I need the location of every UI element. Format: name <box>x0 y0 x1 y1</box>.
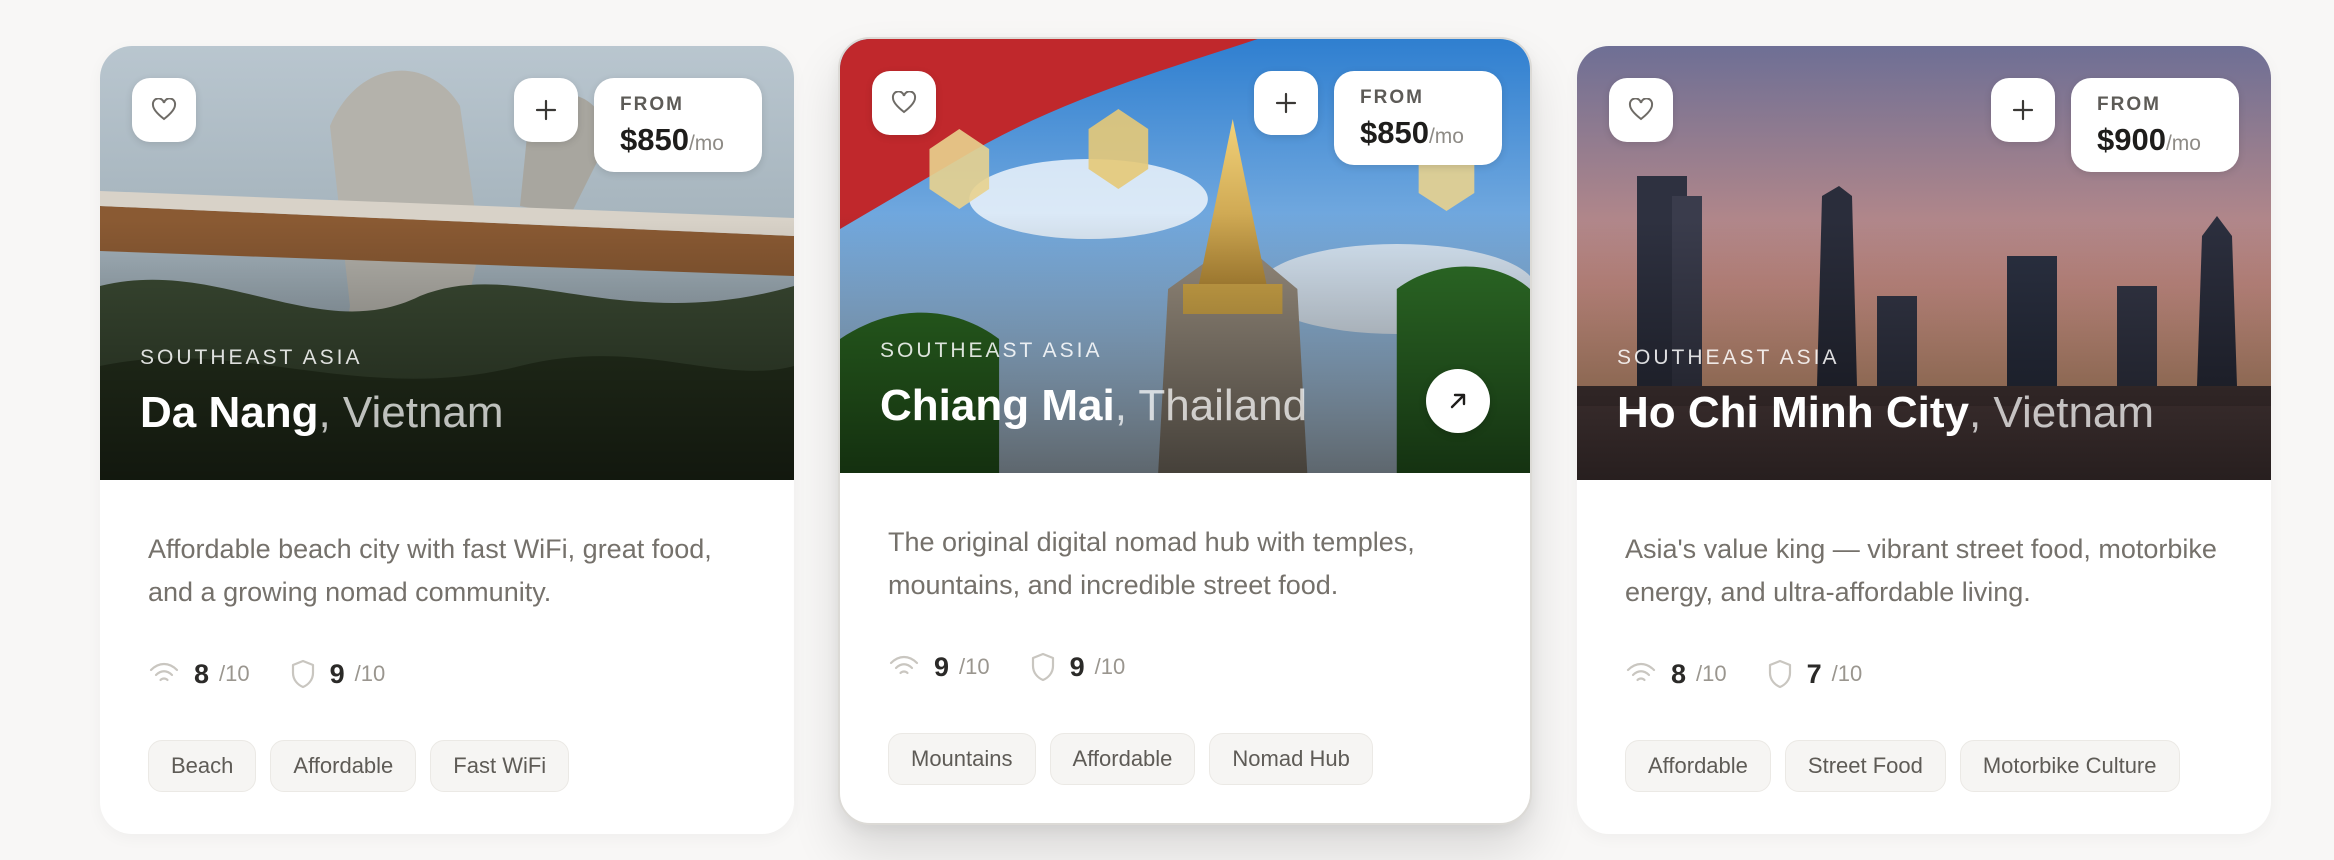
tag[interactable]: Motorbike Culture <box>1959 740 2180 792</box>
safety-score: 9 <box>1069 651 1085 682</box>
price-badge: FROM $850/mo <box>594 78 762 172</box>
tag[interactable]: Street Food <box>1784 740 1946 792</box>
wifi-stat: 8 /10 <box>1625 659 1727 690</box>
description: Affordable beach city with fast WiFi, gr… <box>148 534 712 607</box>
destination-card-da-nang[interactable]: FROM $850/mo SOUTHEAST ASIA Da Nang, Vie… <box>100 46 794 834</box>
price-unit: /mo <box>1428 125 1464 148</box>
shield-icon <box>291 659 314 689</box>
safety-stat: 7 /10 <box>1767 658 1863 690</box>
heart-icon <box>151 98 177 121</box>
wifi-score: 9 <box>934 651 950 682</box>
description: The original digital nomad hub with temp… <box>888 527 1415 600</box>
description: Asia's value king — vibrant street food,… <box>1625 534 2217 607</box>
tag[interactable]: Affordable <box>1049 733 1196 785</box>
price-amount: $850 <box>1360 115 1429 150</box>
city-name: Da Nang <box>140 388 319 437</box>
favorite-button[interactable] <box>132 78 196 142</box>
safety-score: 9 <box>329 658 345 689</box>
tag[interactable]: Fast WiFi <box>430 740 570 792</box>
wifi-stat: 9 /10 <box>888 652 990 683</box>
hero-image: FROM $850/mo SOUTHEAST ASIA Da Nang, Vie… <box>100 46 794 480</box>
plus-icon <box>535 99 557 121</box>
tag[interactable]: Nomad Hub <box>1209 733 1373 785</box>
stats-row: 8 /10 7 /10 <box>1625 654 2223 694</box>
heart-icon <box>891 91 917 114</box>
wifi-score: 8 <box>1671 658 1687 689</box>
arrow-up-right-icon <box>1450 393 1466 409</box>
tag[interactable]: Affordable <box>270 740 417 792</box>
price-label: FROM <box>1360 87 1424 108</box>
country-name: , Vietnam <box>1968 388 2155 437</box>
wifi-icon <box>889 655 919 675</box>
wifi-icon <box>1626 662 1656 682</box>
stats-row: 9 /10 9 /10 <box>888 647 1482 687</box>
wifi-score-max: /10 <box>1696 661 1727 686</box>
destination-card-ho-chi-minh-city[interactable]: FROM $900/mo SOUTHEAST ASIA Ho Chi Minh … <box>1577 46 2271 834</box>
tag[interactable]: Affordable <box>1625 740 1771 792</box>
price-badge: FROM $850/mo <box>1334 71 1502 165</box>
tag[interactable]: Beach <box>148 740 257 792</box>
price-label: FROM <box>2097 94 2161 115</box>
favorite-button[interactable] <box>1609 78 1673 142</box>
tag-list: Affordable Street Food Motorbike Culture <box>1625 740 2223 792</box>
safety-score-max: /10 <box>1831 661 1863 686</box>
add-button[interactable] <box>1254 71 1318 135</box>
city-name: Ho Chi Minh City <box>1617 388 1969 437</box>
destination-card-chiang-mai[interactable]: FROM $850/mo SOUTHEAST ASIA Chiang Mai, … <box>838 37 1532 825</box>
price-badge: FROM $900/mo <box>2071 78 2239 172</box>
add-button[interactable] <box>1991 78 2055 142</box>
tag-list: Mountains Affordable Nomad Hub <box>888 733 1482 785</box>
price-unit: /mo <box>688 132 724 155</box>
shield-icon <box>1768 659 1791 689</box>
safety-score-max: /10 <box>1094 654 1126 679</box>
destination-title: Da Nang, Vietnam <box>140 388 504 438</box>
region-label: SOUTHEAST ASIA <box>1617 346 1840 369</box>
price-label: FROM <box>620 94 684 115</box>
wifi-stat: 8 /10 <box>148 659 250 690</box>
price-amount: $850 <box>620 122 689 157</box>
safety-score: 7 <box>1806 658 1822 689</box>
heart-icon <box>1628 98 1654 121</box>
price-amount: $900 <box>2097 122 2166 157</box>
plus-icon <box>1275 92 1297 114</box>
destination-title: Ho Chi Minh City, Vietnam <box>1617 388 2154 438</box>
tag[interactable]: Mountains <box>888 733 1036 785</box>
country-name: , Thailand <box>1114 381 1308 430</box>
favorite-button[interactable] <box>872 71 936 135</box>
plus-icon <box>2012 99 2034 121</box>
wifi-score-max: /10 <box>219 661 250 686</box>
region-label: SOUTHEAST ASIA <box>880 339 1103 362</box>
add-button[interactable] <box>514 78 578 142</box>
open-destination-button[interactable] <box>1426 369 1490 433</box>
wifi-icon <box>149 662 179 682</box>
destination-title: Chiang Mai, Thailand <box>880 381 1307 431</box>
safety-stat: 9 /10 <box>290 658 386 690</box>
city-name: Chiang Mai <box>880 381 1115 430</box>
shield-icon <box>1031 652 1054 682</box>
hero-image: FROM $900/mo SOUTHEAST ASIA Ho Chi Minh … <box>1577 46 2271 480</box>
wifi-score: 8 <box>194 658 210 689</box>
tag-list: Beach Affordable Fast WiFi <box>148 740 746 792</box>
stats-row: 8 /10 9 /10 <box>148 654 746 694</box>
wifi-score-max: /10 <box>959 654 990 679</box>
region-label: SOUTHEAST ASIA <box>140 346 363 369</box>
country-name: , Vietnam <box>318 388 504 437</box>
safety-stat: 9 /10 <box>1030 651 1126 683</box>
safety-score-max: /10 <box>354 661 386 686</box>
hero-image: FROM $850/mo SOUTHEAST ASIA Chiang Mai, … <box>840 39 1530 473</box>
price-unit: /mo <box>2165 132 2201 155</box>
